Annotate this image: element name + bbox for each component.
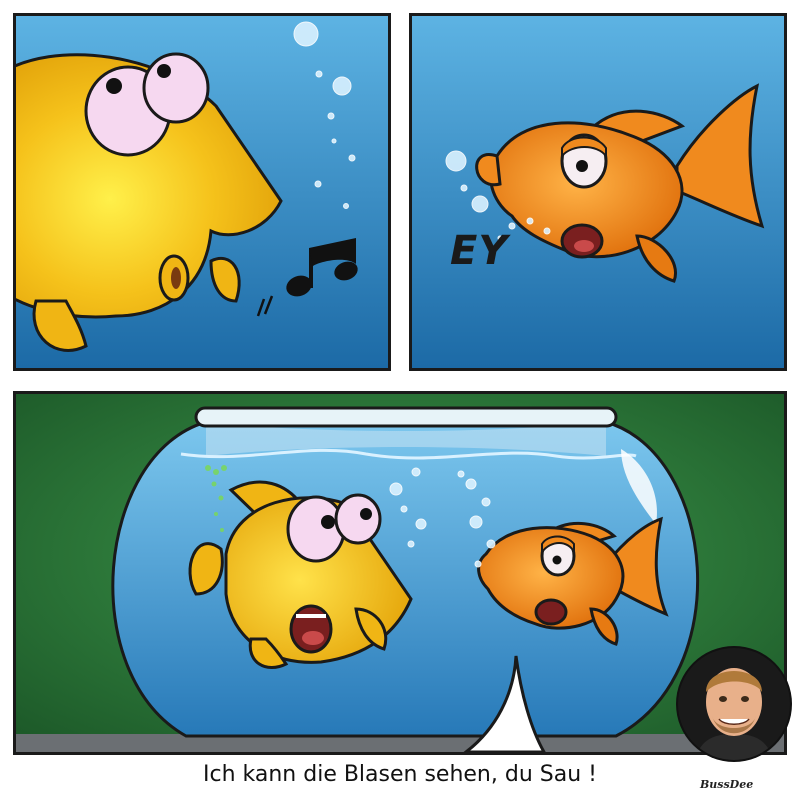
artist-avatar — [676, 646, 792, 762]
panel-1-art — [16, 16, 388, 368]
bowl-rim — [194, 406, 618, 428]
sound-effect-text: EY — [450, 228, 509, 274]
comic-panel-2: EY — [409, 13, 787, 371]
comic-panel-3 — [13, 391, 787, 755]
panel-2-art — [412, 16, 784, 368]
panel-3-art — [16, 394, 784, 752]
comic-panel-1 — [13, 13, 391, 371]
artist-signature: BussDee — [700, 778, 754, 791]
